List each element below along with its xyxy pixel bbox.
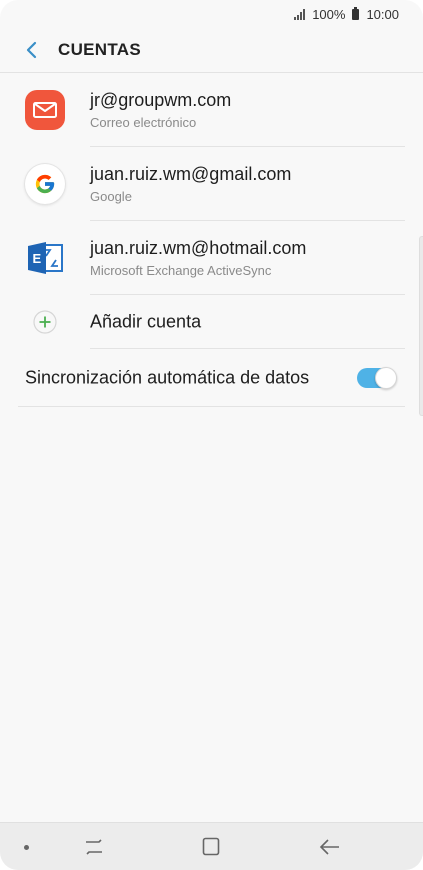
clock: 10:00 [366,6,399,22]
status-bar: 100% 10:00 [0,0,423,28]
signal-icon [294,8,306,20]
back-icon [319,839,339,855]
app-header: CUENTAS [0,28,423,72]
account-type: Microsoft Exchange ActiveSync [90,263,272,278]
home-button[interactable] [198,835,224,859]
account-email: juan.ruiz.wm@gmail.com [90,164,292,184]
email-app-icon [25,90,65,130]
battery-icon [352,6,360,20]
auto-sync-toggle[interactable] [357,367,397,389]
auto-sync-row[interactable]: Sincronización automática de datos [0,349,423,407]
recent-apps-icon [86,839,102,855]
navigation-bar [0,822,423,870]
plus-icon [33,310,57,334]
accounts-list: jr@groupwm.com Correo electrónico juan.r… [0,73,423,407]
account-item-groupwm[interactable]: jr@groupwm.com Correo electrónico [0,73,423,147]
back-nav-button[interactable] [317,835,343,859]
svg-text:E: E [33,251,42,266]
auto-sync-label: Sincronización automática de datos [25,367,310,388]
page-title: CUENTAS [58,40,142,59]
home-icon [202,837,220,856]
account-email: juan.ruiz.wm@hotmail.com [90,238,307,258]
recent-apps-button[interactable] [81,835,107,859]
toggle-knob [375,367,397,389]
account-type: Correo electrónico [90,115,197,130]
account-item-hotmail[interactable]: E juan.ruiz.wm@hotmail.com Microsoft Exc… [0,221,423,295]
accounts-screen: 100% 10:00 CUENTAS jr@groupwm.com Correo… [0,0,423,870]
chevron-left-icon [26,41,37,59]
exchange-icon: E [25,238,65,278]
nav-dot-icon[interactable] [24,845,29,850]
add-account-button[interactable]: Añadir cuenta [0,295,423,349]
google-icon [25,164,65,204]
add-account-label: Añadir cuenta [90,311,202,332]
account-type: Google [90,189,132,204]
battery-percent: 100% [312,6,346,22]
account-email: jr@groupwm.com [90,90,232,110]
account-item-gmail[interactable]: juan.ruiz.wm@gmail.com Google [0,147,423,221]
edge-panel-handle[interactable] [419,236,423,416]
back-button[interactable] [10,28,54,72]
